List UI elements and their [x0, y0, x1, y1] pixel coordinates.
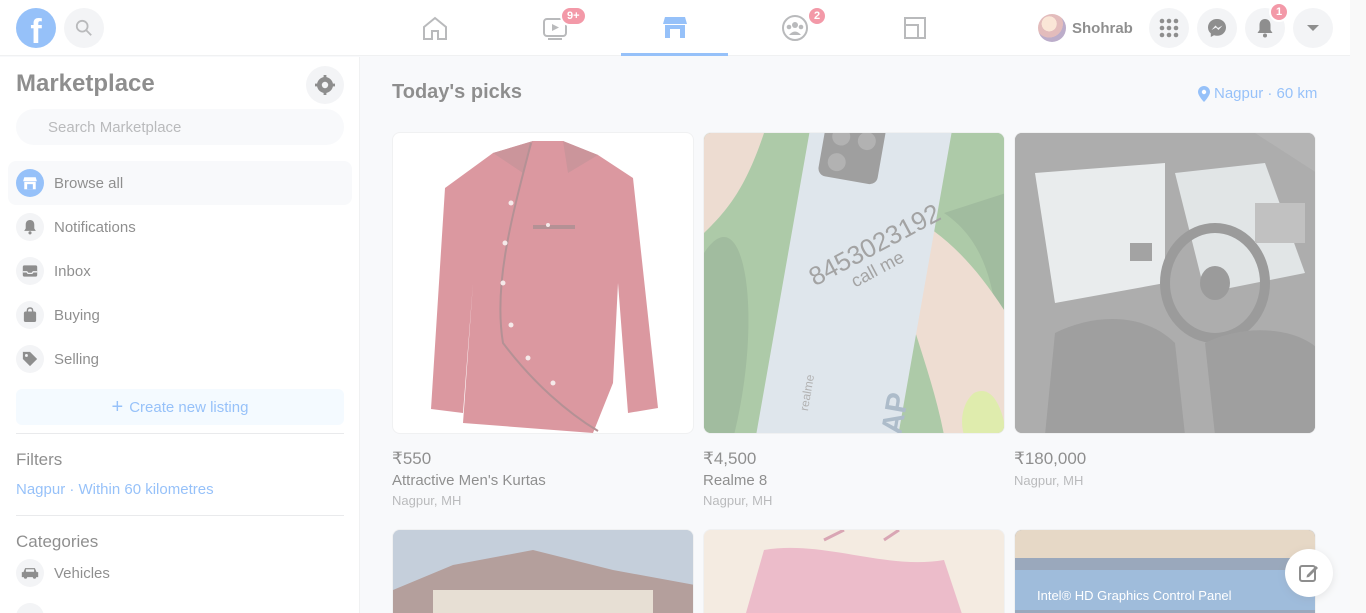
listing-card[interactable]: ₹550 Attractive Men's Kurtas Nagpur, MH: [392, 132, 694, 508]
search-button[interactable]: [64, 8, 104, 48]
nav-tab-gaming[interactable]: [861, 0, 968, 56]
listing-title: Attractive Men's Kurtas: [392, 472, 546, 489]
sidebar-item-label: Buying: [54, 306, 100, 324]
sidebar-item-label: Browse all: [54, 174, 124, 192]
plus-icon: +: [111, 396, 124, 418]
gaming-icon: [903, 17, 926, 39]
nav-tab-watch[interactable]: 9+: [501, 0, 608, 56]
listing-image: Intel® HD Graphics Control Panel: [1014, 529, 1316, 613]
inbox-icon: [16, 257, 44, 285]
listing-image: [703, 529, 1005, 613]
nav-tab-home[interactable]: [381, 0, 488, 56]
storefront-icon: [16, 169, 44, 197]
category-label: Vehicles: [54, 564, 110, 582]
sidebar-item-buying[interactable]: Buying: [8, 293, 352, 337]
sidebar-item-label: Inbox: [54, 262, 91, 280]
gear-icon: [315, 75, 335, 95]
menu-button[interactable]: [1149, 8, 1189, 48]
new-message-button[interactable]: [1285, 549, 1333, 597]
marketplace-sidebar: Marketplace Browse all Notifications Inb…: [0, 57, 360, 613]
settings-button[interactable]: [306, 66, 344, 104]
listing-card[interactable]: [703, 529, 1005, 613]
bell-icon: [1257, 19, 1273, 38]
profile-button[interactable]: Shohrab: [1034, 10, 1141, 46]
sidebar-item-selling[interactable]: Selling: [8, 337, 352, 381]
nav-tab-marketplace[interactable]: [621, 0, 728, 56]
divider: [16, 515, 344, 516]
listing-image: 8453023192 call me LEAP realme: [703, 132, 1005, 434]
profile-name: Shohrab: [1072, 19, 1133, 37]
search-marketplace-input[interactable]: [16, 109, 344, 145]
listing-card[interactable]: Intel® HD Graphics Control Panel: [1014, 529, 1316, 613]
shopping-bag-icon: [16, 301, 44, 329]
facebook-logo-icon[interactable]: f: [16, 8, 56, 48]
listing-title: Realme 8: [703, 472, 768, 489]
create-listing-button[interactable]: + Create new listing: [16, 389, 344, 425]
tag-icon: [16, 345, 44, 373]
listing-price: ₹180,000: [1014, 449, 1087, 468]
divider: [16, 433, 344, 434]
listing-card[interactable]: ₹180,000 Nagpur, MH: [1014, 132, 1316, 488]
category-item-partial[interactable]: [8, 595, 352, 613]
listing-location: Nagpur, MH: [703, 493, 773, 508]
grid-menu-icon: [1159, 18, 1179, 38]
create-listing-label: Create new listing: [129, 398, 249, 416]
listing-image: [1014, 132, 1316, 434]
car-icon: [16, 559, 44, 587]
location-label: Nagpur · 60 km: [1214, 85, 1318, 102]
groups-icon: [781, 15, 808, 41]
notifications-badge: 1: [1269, 2, 1290, 22]
search-icon: [75, 19, 92, 36]
scrollbar[interactable]: [1350, 0, 1366, 613]
category-icon: [16, 603, 44, 613]
listing-card[interactable]: 8453023192 call me LEAP realme ₹4,500 Re…: [703, 132, 1005, 508]
sidebar-item-notifications[interactable]: Notifications: [8, 205, 352, 249]
marketplace-icon: [662, 16, 687, 38]
filters-heading: Filters: [16, 450, 63, 469]
top-navigation-bar: f 9+ 2 Shohrab 1: [0, 0, 1350, 56]
listing-location: Nagpur, MH: [1014, 473, 1084, 488]
sidebar-title: Marketplace: [16, 70, 155, 97]
home-icon: [422, 16, 447, 40]
account-button[interactable]: [1293, 8, 1333, 48]
listing-location: Nagpur, MH: [392, 493, 462, 508]
intel-banner-text: Intel® HD Graphics Control Panel: [1037, 588, 1232, 603]
messenger-button[interactable]: [1197, 8, 1237, 48]
compose-icon: [1299, 565, 1318, 582]
groups-badge: 2: [807, 6, 828, 26]
notifications-button[interactable]: 1: [1245, 2, 1290, 48]
bell-icon: [16, 213, 44, 241]
listing-image: [392, 529, 694, 613]
location-pin-icon: [1198, 85, 1210, 102]
categories-heading: Categories: [16, 532, 99, 551]
avatar: [1038, 14, 1066, 42]
listing-image: [392, 132, 694, 434]
listing-card[interactable]: [392, 529, 694, 613]
sidebar-item-label: Notifications: [54, 218, 136, 236]
sidebar-item-inbox[interactable]: Inbox: [8, 249, 352, 293]
listing-price: ₹4,500: [703, 449, 757, 468]
location-filter-link[interactable]: Nagpur · Within 60 kilometres: [16, 481, 214, 498]
nav-tab-groups[interactable]: 2: [741, 0, 848, 56]
messenger-icon: [1208, 19, 1226, 37]
page-title: Today's picks: [392, 81, 522, 103]
sidebar-item-label: Selling: [54, 350, 100, 368]
location-selector[interactable]: Nagpur · 60 km: [1198, 85, 1317, 102]
listing-price: ₹550: [392, 449, 432, 468]
sidebar-item-browse-all[interactable]: Browse all: [8, 161, 352, 205]
category-item-vehicles[interactable]: Vehicles: [8, 551, 352, 595]
caret-down-icon: [1307, 25, 1319, 31]
watch-badge: 9+: [560, 6, 587, 26]
